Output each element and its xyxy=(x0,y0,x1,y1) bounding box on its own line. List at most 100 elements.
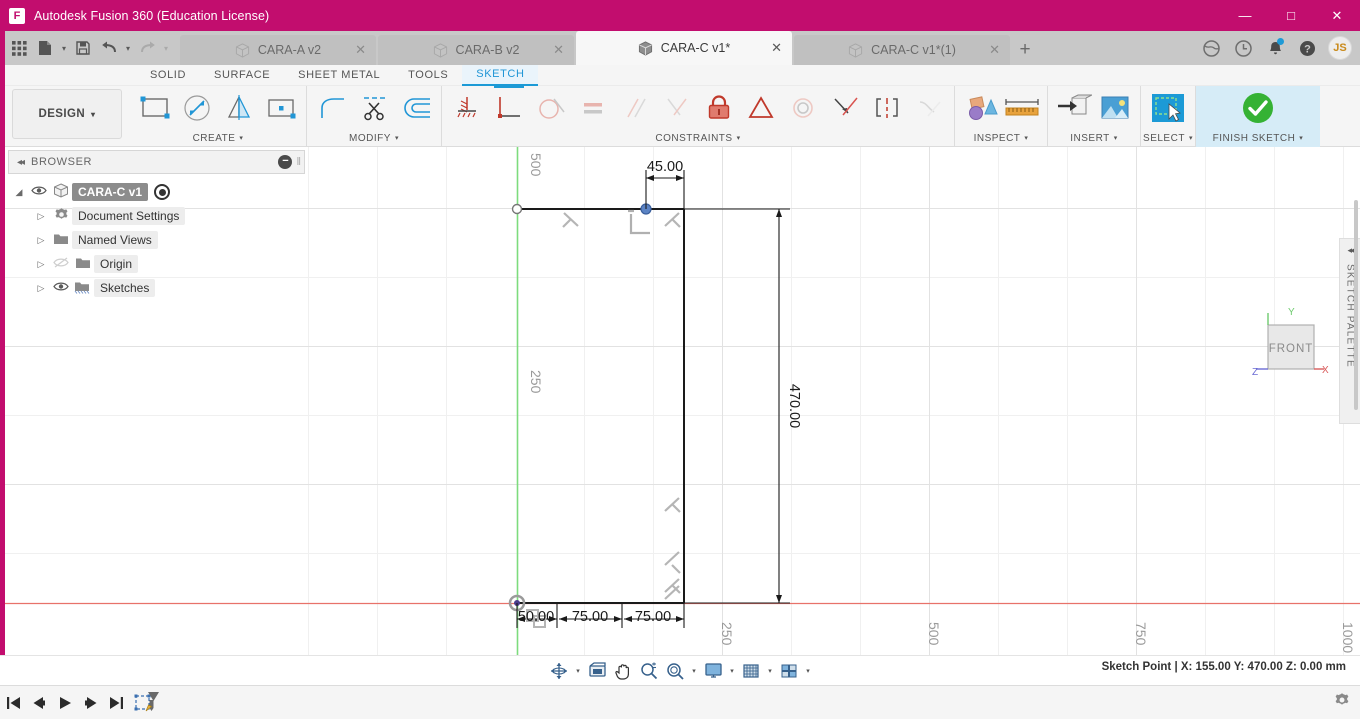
ribbon-tab-surface[interactable]: SURFACE xyxy=(200,65,284,86)
insert-canvas-image-icon[interactable] xyxy=(1094,88,1136,128)
undo-icon[interactable] xyxy=(96,33,122,63)
chevron-down-icon[interactable]: ▾ xyxy=(1299,134,1303,142)
view-cube[interactable]: FRONT Z Y X xyxy=(1250,307,1330,387)
user-avatar[interactable]: JS xyxy=(1328,36,1352,60)
sketch-feature-icon[interactable] xyxy=(130,688,164,718)
workspace-switcher-button[interactable]: DESIGN ▾ xyxy=(12,89,122,139)
rectangle-tool-icon[interactable] xyxy=(134,88,176,128)
tree-node-cara-c[interactable]: ◢ CARA-C v1 xyxy=(10,180,305,204)
document-tab-close-icon[interactable]: ✕ xyxy=(553,42,564,58)
zoom-icon[interactable] xyxy=(636,658,662,684)
select-window-icon[interactable] xyxy=(1145,88,1191,128)
viewports-icon[interactable] xyxy=(776,658,802,684)
visibility-eye-icon[interactable] xyxy=(28,185,50,199)
document-tab-cara-a[interactable]: CARA-A v2 ✕ xyxy=(180,35,376,65)
new-file-icon[interactable] xyxy=(32,33,58,63)
timeline-settings-gear-icon[interactable] xyxy=(1334,692,1350,713)
redo-icon[interactable] xyxy=(134,33,160,63)
coincident-icon[interactable] xyxy=(740,88,782,128)
lock-dimension-icon[interactable] xyxy=(698,88,740,128)
horizontal-vertical-icon[interactable] xyxy=(488,83,530,128)
grid-snaps-caret-icon[interactable]: ▾ xyxy=(764,658,776,684)
expand-arrow-icon[interactable]: ◢ xyxy=(10,187,28,198)
ribbon-group-finish-sketch[interactable]: FINISH SKETCH ▾ xyxy=(1196,86,1320,147)
ribbon-tab-solid[interactable]: SOLID xyxy=(136,65,200,86)
equal-icon[interactable] xyxy=(572,88,614,128)
expand-arrow-icon[interactable]: ▷ xyxy=(32,235,50,246)
browser-collapse-icon[interactable]: ◂◂ xyxy=(17,157,25,168)
offset-tool-icon[interactable] xyxy=(395,88,437,128)
data-panel-icon[interactable] xyxy=(1196,33,1226,63)
help-icon[interactable]: ? xyxy=(1292,33,1322,63)
visibility-eye-icon[interactable] xyxy=(50,281,72,295)
new-file-caret-icon[interactable]: ▾ xyxy=(58,33,70,63)
measure-ruler-icon[interactable] xyxy=(1001,88,1043,128)
chevron-down-icon[interactable]: ▾ xyxy=(395,134,399,142)
fillet-tool-icon[interactable] xyxy=(311,88,353,128)
expand-arrow-icon[interactable]: ▷ xyxy=(32,283,50,294)
pan-hand-icon[interactable] xyxy=(610,658,636,684)
browser-minimize-icon[interactable]: − xyxy=(278,155,293,169)
display-settings-icon[interactable] xyxy=(700,658,726,684)
ribbon-tab-tools[interactable]: TOOLS xyxy=(394,65,462,86)
browser-grip-icon[interactable]: ‖ xyxy=(296,156,300,168)
mirror-tool-icon[interactable] xyxy=(218,88,260,128)
step-back-icon[interactable] xyxy=(26,688,52,718)
document-tab-close-icon[interactable]: ✕ xyxy=(771,40,782,56)
orbit-caret-icon[interactable]: ▾ xyxy=(572,658,584,684)
tree-node-sketches[interactable]: ▷ Sketches xyxy=(10,276,305,300)
step-forward-icon[interactable] xyxy=(78,688,104,718)
document-tab-close-icon[interactable]: ✕ xyxy=(355,42,366,58)
new-document-tab-button[interactable]: + xyxy=(1012,35,1038,65)
chevron-down-icon[interactable]: ▾ xyxy=(1114,134,1118,142)
display-settings-caret-icon[interactable]: ▾ xyxy=(726,658,738,684)
fit-icon[interactable] xyxy=(662,658,688,684)
offset-point-tool-icon[interactable] xyxy=(260,88,302,128)
collinear-icon[interactable] xyxy=(824,88,866,128)
grid-apps-icon[interactable] xyxy=(6,33,32,63)
chevron-down-icon[interactable]: ▾ xyxy=(737,134,741,142)
look-at-icon[interactable] xyxy=(584,658,610,684)
finish-sketch-check-icon[interactable] xyxy=(1237,88,1279,128)
document-tab-cara-b[interactable]: CARA-B v2 ✕ xyxy=(378,35,574,65)
fix-ground-icon[interactable] xyxy=(446,88,488,128)
component-activate-radio[interactable] xyxy=(154,184,171,200)
viewports-caret-icon[interactable]: ▾ xyxy=(802,658,814,684)
minimize-button[interactable]: — xyxy=(1222,0,1268,31)
tree-node-document-settings[interactable]: ▷ Document Settings xyxy=(10,204,305,228)
job-status-clock-icon[interactable] xyxy=(1228,33,1258,63)
expand-arrow-icon[interactable]: ▷ xyxy=(32,259,50,270)
tree-node-origin[interactable]: ▷ Origin xyxy=(10,252,305,276)
line-dimension-tool-icon[interactable] xyxy=(176,88,218,128)
go-to-beginning-icon[interactable] xyxy=(0,688,26,718)
redo-caret-icon[interactable]: ▾ xyxy=(160,33,172,63)
sketch-palette-expand-icon[interactable]: ◂◂ xyxy=(1347,245,1354,256)
chevron-down-icon[interactable]: ▾ xyxy=(1024,134,1028,142)
ribbon-tab-sheet-metal[interactable]: SHEET METAL xyxy=(284,65,394,86)
visibility-eye-off-icon[interactable] xyxy=(50,257,72,271)
fit-caret-icon[interactable]: ▾ xyxy=(688,658,700,684)
close-button[interactable]: ✕ xyxy=(1314,0,1360,31)
undo-caret-icon[interactable]: ▾ xyxy=(122,33,134,63)
insert-derive-icon[interactable] xyxy=(1052,88,1094,128)
document-tab-close-icon[interactable]: ✕ xyxy=(989,42,1000,58)
notifications-bell-icon[interactable] xyxy=(1260,33,1290,63)
trim-scissors-icon[interactable] xyxy=(353,88,395,128)
chevron-down-icon[interactable]: ▾ xyxy=(239,134,243,142)
expand-arrow-icon[interactable]: ▷ xyxy=(32,211,50,222)
tree-node-named-views[interactable]: ▷ Named Views xyxy=(10,228,305,252)
tangent-icon[interactable] xyxy=(530,88,572,128)
play-icon[interactable] xyxy=(52,688,78,718)
concentric-icon[interactable] xyxy=(782,88,824,128)
document-tab-cara-c[interactable]: CARA-C v1* ✕ xyxy=(576,31,792,65)
symmetry-icon[interactable] xyxy=(866,88,908,128)
grid-snaps-icon[interactable] xyxy=(738,658,764,684)
measure-shapes-icon[interactable] xyxy=(959,88,1001,128)
ribbon-tab-sketch[interactable]: SKETCH xyxy=(462,64,539,86)
canvas-scrollbar-thumb[interactable] xyxy=(1354,200,1358,410)
document-tab-cara-c-copy[interactable]: CARA-C v1*(1) ✕ xyxy=(794,35,1010,65)
save-icon[interactable] xyxy=(70,33,96,63)
parallel-icon[interactable] xyxy=(614,88,656,128)
go-to-end-icon[interactable] xyxy=(104,688,130,718)
maximize-button[interactable]: □ xyxy=(1268,0,1314,31)
